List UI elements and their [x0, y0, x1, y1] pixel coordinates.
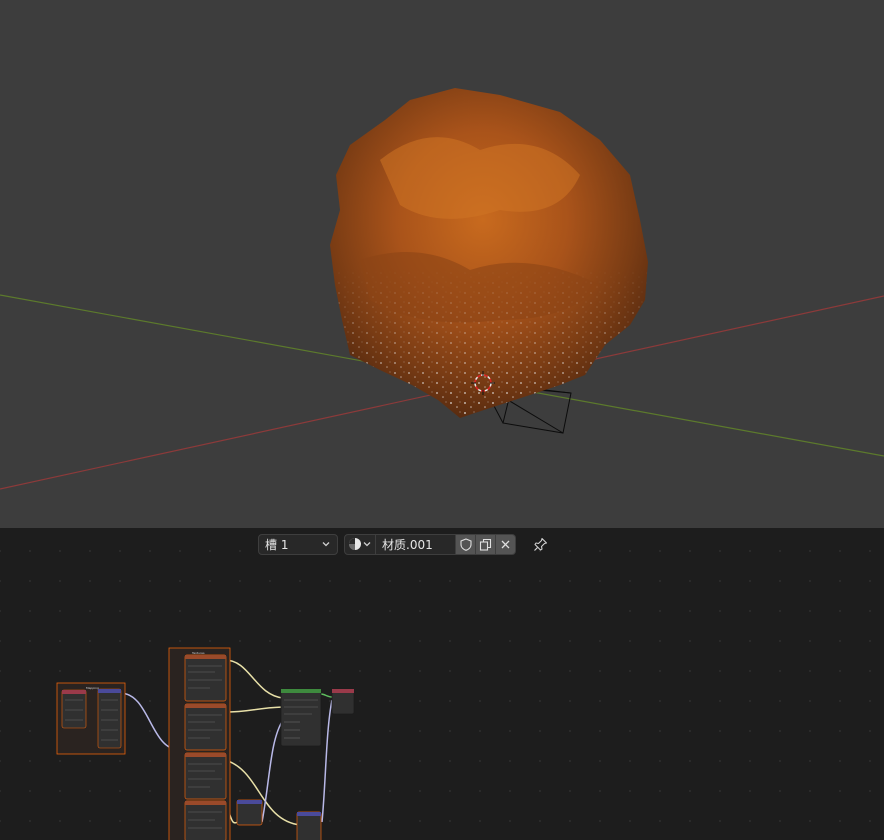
- frame-mapping-label: Mapping: [86, 686, 99, 690]
- frame-textures: Textures: [168, 647, 231, 840]
- material-name-text: 材质.001: [382, 537, 433, 552]
- material-slot-label: 槽 1: [265, 537, 289, 552]
- node-normal-map: [236, 799, 263, 826]
- node-canvas: Mapping Textures: [56, 647, 355, 840]
- shield-icon: [459, 537, 472, 551]
- close-icon: [501, 540, 510, 548]
- material-slot-dropdown[interactable]: 槽 1: [258, 533, 338, 555]
- duplicate-icon: [479, 538, 492, 551]
- frame-textures-label: Textures: [191, 651, 205, 655]
- browse-material-button[interactable]: [344, 533, 376, 555]
- chevron-down-icon: [322, 542, 330, 547]
- chevron-down-icon: [363, 542, 371, 547]
- unlink-material-button[interactable]: [496, 533, 516, 555]
- node-material-output: [331, 688, 355, 715]
- rock-mesh: [330, 88, 648, 418]
- pin-icon: [533, 537, 547, 551]
- fake-user-button[interactable]: [456, 533, 476, 555]
- duplicate-material-button[interactable]: [476, 533, 496, 555]
- material-name-field[interactable]: 材质.001: [376, 533, 456, 555]
- viewport-scene: [0, 88, 884, 490]
- 3d-viewport[interactable]: [0, 0, 884, 528]
- pin-button[interactable]: [530, 534, 550, 555]
- material-selector: 材质.001: [344, 533, 516, 555]
- node-editor[interactable]: Mapping Textures: [0, 528, 884, 840]
- material-sphere-icon: [349, 538, 361, 550]
- node-editor-header: 槽 1 材质.001: [258, 533, 550, 555]
- node-displacement: [296, 811, 322, 840]
- frame-mapping: Mapping: [56, 682, 126, 755]
- node-principled-bsdf: [280, 688, 322, 747]
